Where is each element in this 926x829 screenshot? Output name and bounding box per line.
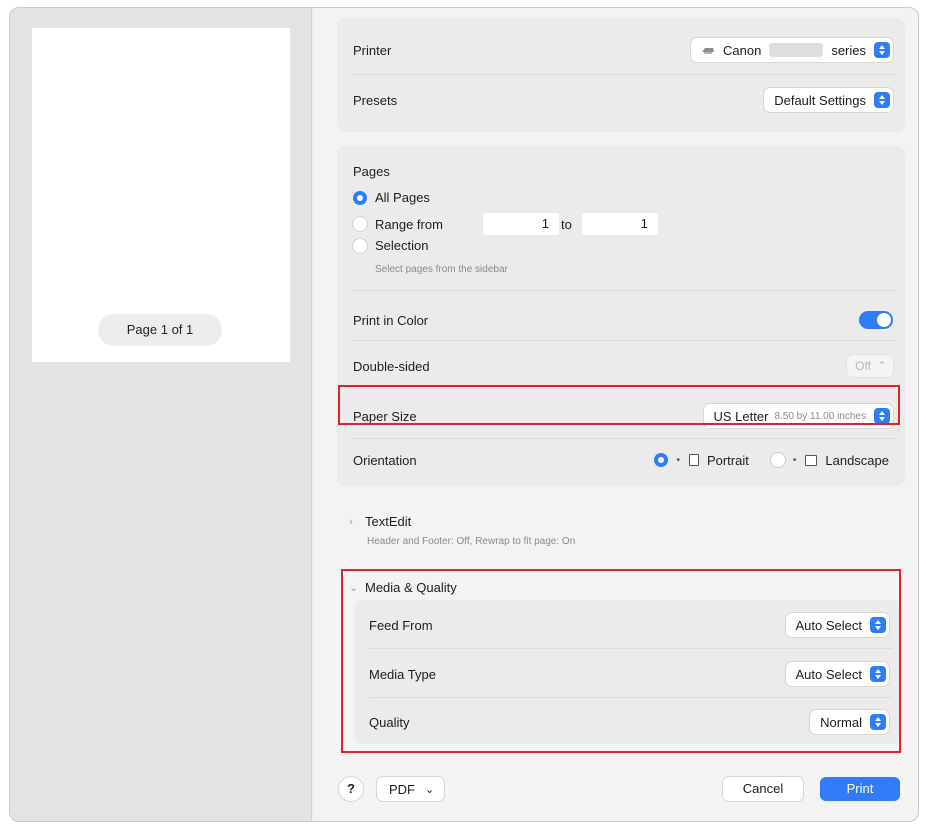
presets-value: Default Settings bbox=[774, 92, 866, 108]
textedit-title: TextEdit bbox=[365, 514, 412, 529]
radio-all-pages-indicator[interactable] bbox=[353, 190, 367, 205]
radio-range-indicator[interactable] bbox=[353, 217, 367, 231]
cancel-button[interactable]: Cancel bbox=[723, 777, 803, 801]
divider bbox=[351, 340, 897, 341]
chevron-updown-icon: ⌃ bbox=[876, 359, 887, 373]
page-preview[interactable] bbox=[32, 28, 290, 362]
portrait-arrow-icon: • bbox=[676, 454, 680, 466]
popup-stepper-icon bbox=[874, 42, 890, 58]
landscape-arrow-icon: • bbox=[792, 454, 797, 466]
orientation-label: Orientation bbox=[353, 452, 417, 468]
radio-all-pages[interactable]: All Pages bbox=[353, 190, 430, 205]
textedit-section-header[interactable]: › TextEdit bbox=[349, 514, 411, 529]
media-quality-highlight bbox=[341, 569, 901, 753]
landscape-label[interactable]: Landscape bbox=[825, 453, 889, 468]
settings-pane: Printer Canon series Presets Default Set… bbox=[313, 8, 918, 821]
preview-pane: Page 1 of 1 bbox=[10, 8, 312, 821]
range-from-label: Range from bbox=[375, 216, 443, 232]
printer-label: Printer bbox=[353, 42, 392, 58]
printer-row: Printer Canon series bbox=[337, 26, 905, 74]
radio-range[interactable]: Range from 1 to 1 bbox=[353, 213, 658, 235]
dialog-footer: ? PDF ⌄ Cancel Print bbox=[313, 757, 918, 821]
printer-name-suffix: series bbox=[831, 42, 866, 58]
landscape-icon bbox=[805, 454, 818, 466]
printer-popup[interactable]: Canon series bbox=[691, 38, 893, 62]
printer-group: Printer Canon series Presets Default Set… bbox=[337, 18, 905, 132]
radio-portrait[interactable] bbox=[654, 453, 669, 467]
selection-label: Selection bbox=[375, 238, 429, 253]
pages-title: Pages bbox=[353, 164, 390, 179]
radio-selection[interactable]: Selection bbox=[353, 238, 428, 253]
textedit-summary: Header and Footer: Off, Rewrap to fit pa… bbox=[367, 536, 576, 547]
pdf-label: PDF bbox=[389, 781, 415, 797]
double-sided-value: Off bbox=[855, 359, 871, 373]
divider bbox=[351, 74, 897, 75]
print-in-color-row: Print in Color bbox=[337, 296, 905, 344]
page-counter: Page 1 of 1 bbox=[98, 314, 222, 346]
chevron-right-icon: › bbox=[349, 515, 353, 528]
presets-row: Presets Default Settings bbox=[337, 76, 905, 124]
range-start-field[interactable]: 1 bbox=[483, 213, 559, 235]
portrait-label[interactable]: Portrait bbox=[707, 453, 749, 468]
portrait-icon bbox=[688, 454, 699, 466]
double-sided-row: Double-sided Off ⌃ bbox=[337, 342, 905, 390]
selection-hint: Select pages from the sidebar bbox=[375, 264, 508, 275]
double-sided-label: Double-sided bbox=[353, 358, 430, 374]
print-button[interactable]: Print bbox=[820, 777, 900, 801]
popup-stepper-icon bbox=[874, 92, 890, 108]
printer-icon bbox=[701, 45, 715, 55]
radio-selection-indicator[interactable] bbox=[353, 238, 367, 253]
orientation-row: Orientation • Portrait • Landscape bbox=[337, 436, 905, 484]
print-in-color-label: Print in Color bbox=[353, 312, 429, 328]
all-pages-label: All Pages bbox=[375, 190, 430, 205]
divider bbox=[351, 290, 897, 291]
print-in-color-toggle[interactable] bbox=[859, 311, 893, 329]
options-group: Pages All Pages Range from 1 to 1 Select… bbox=[337, 146, 905, 486]
print-dialog: Page 1 of 1 Printer Canon series Presets… bbox=[9, 7, 919, 822]
pdf-chevron-icon: ⌄ bbox=[425, 783, 435, 796]
redacted-model bbox=[769, 43, 824, 57]
printer-name-prefix: Canon bbox=[723, 42, 762, 58]
double-sided-popup: Off ⌃ bbox=[847, 355, 893, 377]
range-end-field[interactable]: 1 bbox=[581, 213, 658, 235]
radio-landscape[interactable] bbox=[770, 453, 785, 467]
presets-popup[interactable]: Default Settings bbox=[764, 88, 893, 112]
presets-label: Presets bbox=[353, 92, 398, 108]
paper-size-highlight bbox=[338, 385, 900, 425]
help-button[interactable]: ? bbox=[339, 777, 363, 801]
range-to-label: to bbox=[561, 216, 572, 232]
pdf-menu-button[interactable]: PDF ⌄ bbox=[377, 777, 445, 801]
